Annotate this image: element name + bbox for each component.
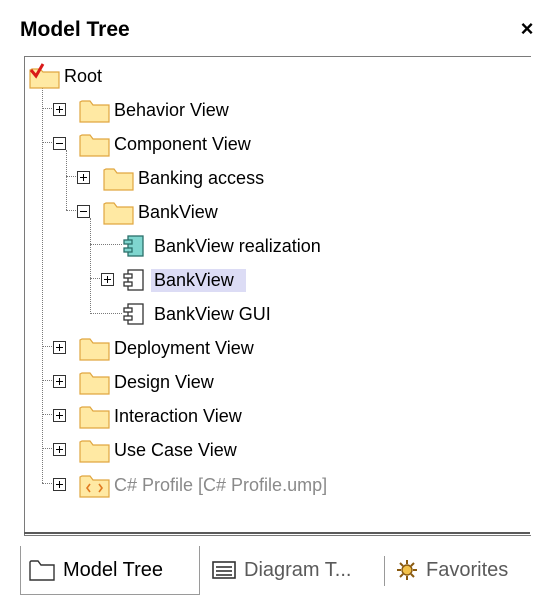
tree-node-cs-profile[interactable]: C# Profile [C# Profile.ump] <box>25 470 405 500</box>
tree-node-interaction-view[interactable]: Interaction View <box>25 401 325 431</box>
expand-icon[interactable] <box>53 443 66 456</box>
tree-node-label: Behavior View <box>114 100 229 120</box>
tree-node-use-case-view[interactable]: Use Case View <box>25 435 325 465</box>
tree-view-border <box>24 532 530 534</box>
panel-title: Model Tree <box>20 18 130 41</box>
diagram-tree-icon <box>212 561 236 579</box>
model-tree-panel: Model Tree × Root Behavior View Componen… <box>6 6 542 595</box>
expand-icon[interactable] <box>53 375 66 388</box>
folder-icon <box>79 100 110 123</box>
folder-icon <box>103 202 134 225</box>
tree-node-bankview-component[interactable]: BankView <box>25 265 365 295</box>
expand-icon[interactable] <box>101 273 114 286</box>
profile-folder-icon <box>79 475 110 498</box>
root-folder-icon <box>29 63 60 89</box>
tree-node-deployment-view[interactable]: Deployment View <box>25 333 325 363</box>
folder-icon <box>79 338 110 361</box>
folder-icon <box>79 406 110 429</box>
tree-node-label: BankView GUI <box>154 304 271 324</box>
folder-icon <box>79 372 110 395</box>
tree-node-label: BankView <box>151 269 246 292</box>
tab-label: Model Tree <box>63 558 164 581</box>
tree-node-component-view[interactable]: Component View <box>25 129 325 159</box>
collapse-icon[interactable] <box>77 205 90 218</box>
tree-node-label: C# Profile [C# Profile.ump] <box>114 475 328 495</box>
tab-diagram-tree[interactable]: Diagram T... <box>204 546 384 594</box>
tree-node-label: Deployment View <box>114 338 254 358</box>
tree-node-label: Banking access <box>138 168 265 188</box>
component-icon <box>123 303 144 325</box>
tree-node-label: BankView <box>138 202 218 222</box>
component-realization-icon <box>123 235 144 257</box>
tab-favorites[interactable]: Favorites <box>388 546 538 594</box>
expand-icon[interactable] <box>77 171 90 184</box>
tree-node-label: BankView realization <box>154 236 321 256</box>
panel-tab-strip: Model Tree Diagram T... Favorites <box>20 546 540 596</box>
expand-icon[interactable] <box>53 409 66 422</box>
tree-node-label: Design View <box>114 372 214 392</box>
tree-node-root[interactable]: Root <box>25 61 325 91</box>
expand-icon[interactable] <box>53 103 66 116</box>
folder-icon <box>79 440 110 463</box>
tree-node-bankview-gui[interactable]: BankView GUI <box>25 299 365 329</box>
tree-node-label: Root <box>64 66 103 86</box>
tree-node-label: Use Case View <box>114 440 237 460</box>
close-icon[interactable]: × <box>514 16 540 42</box>
folder-icon <box>79 134 110 157</box>
tree-node-bankview-folder[interactable]: BankView <box>25 197 325 227</box>
expand-icon[interactable] <box>53 341 66 354</box>
tree-view[interactable]: Root Behavior View Component View Bankin… <box>24 56 531 536</box>
tree-node-label: Component View <box>114 134 251 154</box>
component-icon <box>123 269 144 291</box>
tree-node-banking-access[interactable]: Banking access <box>25 163 325 193</box>
panel-title-bar: Model Tree × <box>12 6 542 54</box>
tab-separator <box>384 556 385 586</box>
tab-label: Diagram T... <box>244 558 352 581</box>
tree-node-design-view[interactable]: Design View <box>25 367 325 397</box>
folder-icon <box>103 168 134 191</box>
tab-model-tree[interactable]: Model Tree <box>20 546 200 595</box>
tree-node-label: Interaction View <box>114 406 242 426</box>
collapse-icon[interactable] <box>53 137 66 150</box>
tree-node-behavior-view[interactable]: Behavior View <box>25 95 325 125</box>
folder-icon <box>29 560 55 581</box>
tree-node-bankview-realization[interactable]: BankView realization <box>25 231 365 261</box>
tab-label: Favorites <box>426 558 509 581</box>
favorites-icon <box>397 560 417 580</box>
expand-icon[interactable] <box>53 478 66 491</box>
